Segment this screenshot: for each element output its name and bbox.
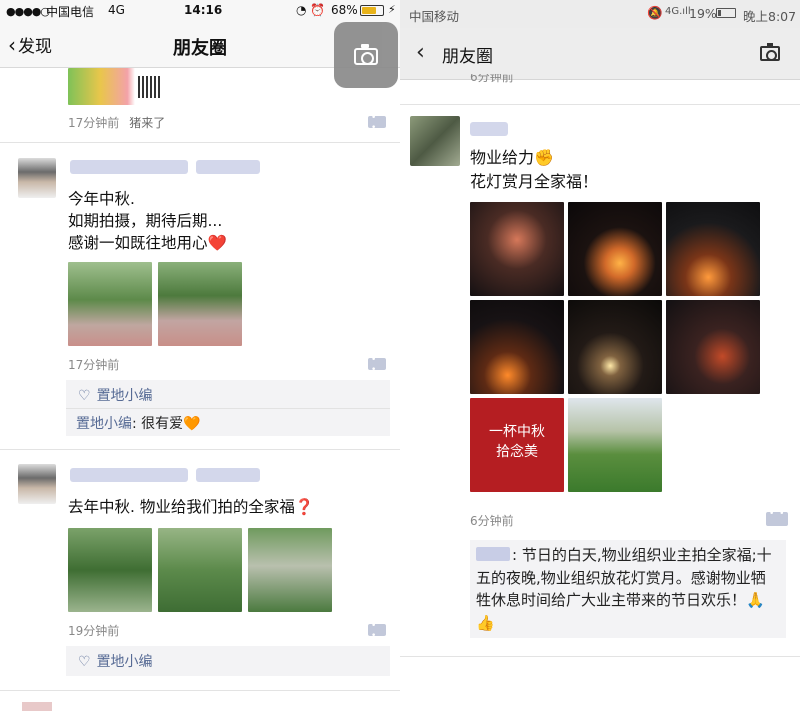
post-text: 去年中秋. 物业给我们拍的全家福❓ bbox=[68, 498, 315, 516]
network-label: 4G bbox=[108, 3, 125, 17]
comment-box[interactable]: : 节日的白天,物业组织业主拍全家福;十五的夜晚,物业组织放花灯赏月。感谢物业牺… bbox=[470, 540, 786, 638]
poster-name[interactable] bbox=[70, 160, 188, 174]
status-bar: 中国移动 🔕 4G.ıll 19% 晚上8:07 bbox=[400, 0, 800, 28]
avatar[interactable] bbox=[18, 464, 56, 504]
empty-area bbox=[400, 657, 800, 711]
likes-box: ♡ 置地小编 bbox=[66, 646, 390, 676]
divider bbox=[0, 142, 400, 143]
poster-name[interactable] bbox=[70, 468, 188, 482]
poster-name-blur bbox=[196, 468, 260, 482]
likes-comments-box: ♡ 置地小编 置地小编: 很有爱🧡 bbox=[66, 380, 390, 436]
more-actions-button[interactable] bbox=[766, 509, 788, 526]
left-screenshot: ●●●●○ 中国电信 4G 14:16 ◔ ⏰ 68% ⚡ ‹ 发现 朋友圈 17… bbox=[0, 0, 400, 711]
status-bar: ●●●●○ 中国电信 4G 14:16 ◔ ⏰ 68% ⚡ bbox=[0, 0, 400, 22]
next-post-avatar bbox=[22, 702, 52, 711]
post-time: 19分钟前 bbox=[68, 624, 120, 638]
camera-button[interactable] bbox=[334, 22, 398, 88]
poster-name-blur bbox=[196, 160, 260, 174]
post-image[interactable] bbox=[68, 528, 152, 612]
nav-bar: ‹ 朋友圈 bbox=[400, 28, 800, 80]
post-image[interactable] bbox=[568, 300, 662, 394]
post-image[interactable] bbox=[68, 262, 152, 346]
carrier-label: 中国电信 bbox=[46, 5, 95, 19]
mute-icon: 🔕 bbox=[647, 5, 663, 20]
divider bbox=[66, 408, 390, 409]
likes-row: ♡ 置地小编 bbox=[78, 651, 153, 671]
more-actions-button[interactable] bbox=[368, 355, 386, 375]
carrier-label: 中国移动 bbox=[409, 9, 460, 24]
signal-icon: 4G.ıll bbox=[665, 6, 691, 17]
likes-row: ♡ 置地小编 bbox=[78, 385, 153, 405]
battery-percent: 19% bbox=[689, 6, 717, 21]
battery-percent: 68% bbox=[331, 3, 358, 17]
liker-name[interactable]: 置地小编 bbox=[97, 654, 153, 670]
post-text: 物业给力✊ 花灯赏月全家福！ bbox=[470, 148, 599, 191]
post-image[interactable] bbox=[568, 202, 662, 296]
post-image[interactable] bbox=[470, 202, 564, 296]
post-text: 今年中秋. 如期拍摄，期待后期... 感谢一如既往地用心❤️ bbox=[68, 190, 227, 252]
post-time: 17分钟前 猪来了 bbox=[68, 116, 166, 130]
liker-name[interactable]: 置地小编 bbox=[97, 388, 153, 404]
qr-code bbox=[138, 76, 160, 98]
post-image[interactable] bbox=[158, 262, 242, 346]
right-screenshot: 中国移动 🔕 4G.ıll 19% 晚上8:07 ‹ 朋友圈 6分钟前 物业给力… bbox=[400, 0, 800, 711]
post-image[interactable] bbox=[68, 68, 176, 105]
divider bbox=[0, 690, 400, 691]
heart-icon: ♡ bbox=[78, 388, 91, 404]
avatar[interactable] bbox=[18, 158, 56, 198]
poster-image[interactable]: 一杯中秋 拾念美 bbox=[470, 398, 564, 492]
post-time: 6分钟前 bbox=[470, 514, 514, 528]
nav-bar: ‹ 发现 朋友圈 bbox=[0, 22, 400, 88]
heart-icon: ♡ bbox=[78, 654, 91, 670]
divider bbox=[400, 104, 800, 105]
clock: 晚上8:07 bbox=[743, 9, 797, 24]
battery-icon bbox=[716, 8, 736, 18]
back-button[interactable]: ‹ bbox=[416, 40, 425, 65]
comment-text: : 节日的白天,物业组织业主拍全家福;十五的夜晚,物业组织放花灯赏月。感谢物业牺… bbox=[476, 546, 772, 632]
battery-icon bbox=[360, 5, 384, 16]
commenter-name[interactable]: 置地小编 bbox=[76, 416, 132, 432]
post-time: 17分钟前 bbox=[68, 358, 120, 372]
post-image[interactable] bbox=[158, 528, 242, 612]
camera-icon[interactable] bbox=[760, 43, 780, 61]
page-title: 朋友圈 bbox=[442, 47, 493, 67]
more-actions-button[interactable] bbox=[368, 113, 386, 133]
comment-text: : 很有爱🧡 bbox=[132, 416, 201, 432]
post-image[interactable] bbox=[666, 300, 760, 394]
post-image[interactable] bbox=[470, 300, 564, 394]
poster-caption: 一杯中秋 拾念美 bbox=[489, 424, 545, 460]
status-icons: ◔ ⏰ bbox=[296, 3, 326, 17]
camera-icon bbox=[354, 44, 378, 65]
chevron-left-icon: ‹ bbox=[416, 40, 425, 65]
comment-row[interactable]: 置地小编: 很有爱🧡 bbox=[76, 413, 201, 433]
clock: 14:16 bbox=[184, 3, 223, 17]
signal-dots: ●●●●○ bbox=[6, 5, 50, 18]
more-actions-button[interactable] bbox=[368, 621, 386, 641]
charging-icon: ⚡ bbox=[388, 3, 396, 16]
poster-name[interactable] bbox=[470, 122, 508, 136]
post-image[interactable] bbox=[248, 528, 332, 612]
commenter-name[interactable] bbox=[476, 547, 510, 561]
avatar[interactable] bbox=[410, 116, 460, 166]
post-image[interactable] bbox=[568, 398, 662, 492]
post-source: 猪来了 bbox=[129, 116, 166, 130]
post-image[interactable] bbox=[666, 202, 760, 296]
divider bbox=[0, 449, 400, 450]
